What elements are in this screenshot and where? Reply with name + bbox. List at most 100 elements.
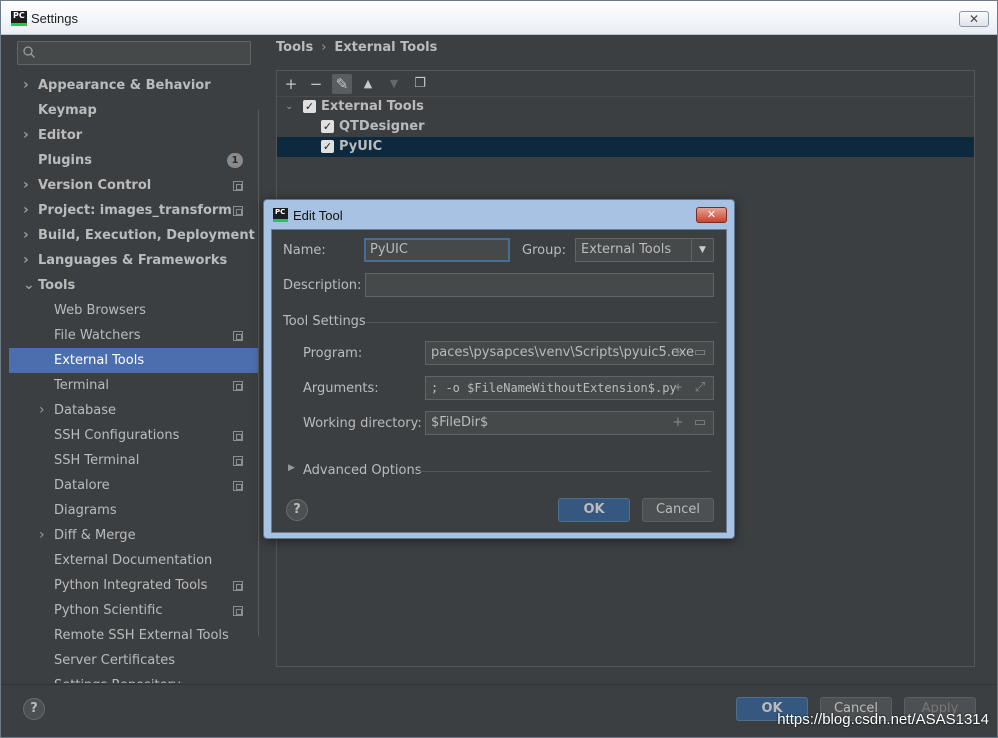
chevron-right-icon[interactable]: › [23,198,33,223]
sidebar-item-label: Keymap [38,103,97,118]
sidebar-item-label: Project: images_transform [38,203,232,218]
tool-checkbox[interactable]: ✓ [321,140,334,153]
edit-tool-button[interactable]: ✎ [332,74,352,94]
update-count-badge: 1 [227,153,243,168]
tool-checkbox[interactable]: ✓ [321,120,334,133]
name-input[interactable]: PyUIC [364,238,510,262]
project-level-icon [233,431,243,441]
expand-icon[interactable]: ⤢ [689,377,711,399]
sidebar-item-server-certificates[interactable]: Server Certificates [9,648,259,673]
advanced-options-toggle[interactable]: Advanced Options [303,463,422,478]
expand-arrow-icon[interactable]: ▶ [288,463,295,473]
breadcrumb: Tools › External Tools [276,40,437,55]
insert-macro-icon[interactable]: + [667,342,689,364]
insert-macro-icon[interactable]: + [667,412,689,434]
add-tool-button[interactable]: + [281,74,301,94]
collapse-arrow-icon[interactable]: ⌄ [285,97,293,117]
tool-row-qtdesigner[interactable]: ✓ QTDesigner [277,117,974,137]
sidebar-item-tools[interactable]: ⌄ Tools [9,273,259,298]
sidebar-item-external-documentation[interactable]: External Documentation [9,548,259,573]
dialog-close-button[interactable]: ✕ [696,207,727,223]
sidebar-item-label: External Tools [54,353,145,368]
move-down-button[interactable]: ▼ [384,74,404,94]
chevron-right-icon[interactable]: › [39,398,49,423]
sidebar-scrollbar[interactable] [258,107,259,639]
sidebar-item-keymap[interactable]: Keymap [9,98,259,123]
folder-icon[interactable]: ▭ [689,412,711,434]
group-dropdown[interactable]: External Tools ▼ [575,238,714,262]
sidebar-item-ssh-configurations[interactable]: SSH Configurations [9,423,259,448]
sidebar-item-label: File Watchers [54,328,141,343]
sidebar-item-label: Database [54,403,117,418]
sidebar-item-diff-merge[interactable]: › Diff & Merge [9,523,259,548]
sidebar-item-label: Appearance & Behavior [38,78,211,93]
chevron-right-icon[interactable]: › [23,223,33,248]
settings-tree: › Appearance & Behavior Keymap › Editor Plugi… [9,73,259,683]
dialog-body: Name: PyUIC Group: External Tools ▼ Desc… [271,229,727,533]
working-directory-label: Working directory: [303,416,422,431]
chevron-right-icon[interactable]: › [23,123,33,148]
sidebar-item-terminal[interactable]: Terminal [9,373,259,398]
chevron-down-icon[interactable]: ⌄ [23,273,35,298]
watermark-text: https://blog.csdn.net/ASAS1314 [777,711,989,728]
sidebar-item-web-browsers[interactable]: Web Browsers [9,298,259,323]
settings-sidebar: › Appearance & Behavior Keymap › Editor Plugi… [9,35,259,683]
sidebar-item-python-integrated-tools[interactable]: Python Integrated Tools [9,573,259,598]
sidebar-item-ssh-terminal[interactable]: SSH Terminal [9,448,259,473]
tools-group-row[interactable]: ⌄ ✓ External Tools [277,97,974,117]
tools-group-checkbox[interactable]: ✓ [303,100,316,113]
dialog-help-button[interactable]: ? [286,499,308,521]
program-field-icons: + ▭ [667,342,711,364]
sidebar-item-database[interactable]: › Database [9,398,259,423]
tool-row-pyuic[interactable]: ✓ PyUIC [277,137,974,157]
pycharm-app-icon: PC [11,11,27,26]
description-input[interactable] [365,273,714,297]
chevron-right-icon[interactable]: › [23,73,33,98]
sidebar-item-project-images-transform[interactable]: › Project: images_transform [9,198,259,223]
sidebar-item-datalore[interactable]: Datalore [9,473,259,498]
help-button[interactable]: ? [23,698,45,720]
sidebar-item-plugins[interactable]: Plugins 1 [9,148,259,173]
dialog-ok-button[interactable]: OK [558,498,630,522]
project-level-icon [233,181,243,191]
sidebar-item-version-control[interactable]: › Version Control [9,173,259,198]
chevron-right-icon[interactable]: › [23,248,33,273]
sidebar-item-build-execution-deployment[interactable]: › Build, Execution, Deployment [9,223,259,248]
project-level-icon [233,206,243,216]
search-input[interactable] [17,41,251,65]
window-close-button[interactable]: ✕ [959,11,989,27]
dialog-cancel-button[interactable]: Cancel [642,498,714,522]
sidebar-item-label: Web Browsers [54,303,146,318]
sidebar-item-python-scientific[interactable]: Python Scientific [9,598,259,623]
sidebar-item-label: Server Certificates [54,653,176,668]
chevron-down-icon[interactable]: ▼ [691,239,713,261]
chevron-right-icon[interactable]: › [39,523,49,548]
sidebar-item-editor[interactable]: › Editor [9,123,259,148]
arguments-input[interactable]: ; -o $FileNameWithoutExtension$.py + ⤢ [425,376,714,400]
chevron-right-icon[interactable]: › [23,173,33,198]
search-icon [23,46,35,58]
title-bar: PC Settings ✕ [1,1,997,35]
breadcrumb-parent[interactable]: Tools [276,40,313,55]
workdir-field-icons: + ▭ [667,412,711,434]
sidebar-item-label: Diagrams [54,503,117,518]
program-label: Program: [303,346,363,361]
working-directory-input[interactable]: $FileDir$ + ▭ [425,411,714,435]
sidebar-item-diagrams[interactable]: Diagrams [9,498,259,523]
project-level-icon [233,481,243,491]
project-level-icon [233,381,243,391]
sidebar-item-settings-repository[interactable]: Settings Repository [9,673,259,683]
copy-tool-button[interactable]: ❐ [410,74,430,94]
sidebar-item-appearance-behavior[interactable]: › Appearance & Behavior [9,73,259,98]
sidebar-item-file-watchers[interactable]: File Watchers [9,323,259,348]
sidebar-item-external-tools[interactable]: External Tools [9,348,259,373]
move-up-button[interactable]: ▲ [358,74,378,94]
program-input[interactable]: paces\pysapces\venv\Scripts\pyuic5.exe +… [425,341,714,365]
folder-icon[interactable]: ▭ [689,342,711,364]
sidebar-item-languages-frameworks[interactable]: › Languages & Frameworks [9,248,259,273]
sidebar-item-remote-ssh-external-tools[interactable]: Remote SSH External Tools [9,623,259,648]
sidebar-item-label: Remote SSH External Tools [54,628,229,643]
remove-tool-button[interactable]: − [306,74,326,94]
sidebar-item-label: Editor [38,128,83,143]
insert-macro-icon[interactable]: + [667,377,689,399]
